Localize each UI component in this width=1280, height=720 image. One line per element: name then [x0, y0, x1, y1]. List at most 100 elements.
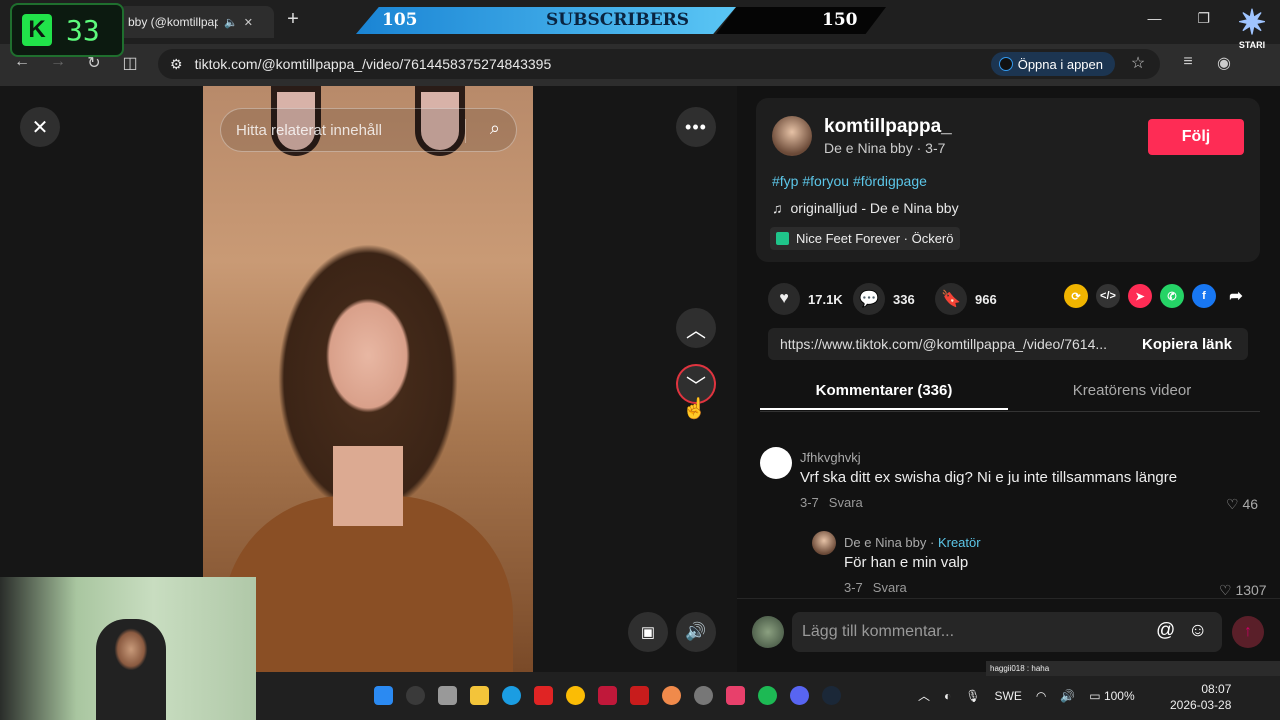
reply-text: För han e min valp [844, 554, 969, 571]
reply-avatar[interactable] [812, 531, 836, 555]
minimize-icon[interactable]: — [1147, 10, 1161, 27]
app-red-icon[interactable] [534, 686, 553, 705]
like-button[interactable]: ♥ 17.1K [768, 283, 843, 315]
comment-date: 3-7 [800, 495, 819, 510]
reply-meta: 3-7 Svara [844, 580, 907, 595]
share-arrow-icon[interactable]: ➦ [1224, 284, 1248, 308]
comment-meta: 3-7 Svara [800, 495, 863, 510]
tab-creator-videos[interactable]: Kreatörens videor [1008, 382, 1256, 399]
volume-button[interactable]: 🔊 [676, 612, 716, 652]
music-title: originalljud - De e Nina bby [790, 200, 959, 216]
video-link[interactable]: https://www.tiktok.com/@komtillpappa_/vi… [768, 336, 1126, 352]
comment-input[interactable]: Lägg till kommentar... @ ☺ [792, 612, 1222, 652]
previous-video-button[interactable]: ︿ [676, 308, 716, 348]
whatsapp-icon[interactable]: ✆ [1160, 284, 1184, 308]
reply-date: 3-7 [844, 580, 863, 595]
reply-username[interactable]: De e Nina bby [844, 535, 926, 550]
picture-in-picture-button[interactable]: ▣ [628, 612, 668, 652]
open-in-app-button[interactable]: Öppna i appen [990, 52, 1115, 76]
author-username[interactable]: komtillpappa_ [824, 116, 952, 138]
edge-icon[interactable] [502, 686, 521, 705]
wifi-icon[interactable]: ◠ [1036, 689, 1046, 703]
location-tag[interactable]: Nice Feet Forever · Öckerö [770, 227, 960, 250]
hand-cursor-icon: ☝ [682, 398, 707, 420]
reply-author: De e Nina bby · Kreatör [844, 535, 981, 550]
sub-goal: 150 [822, 10, 858, 30]
app-tf-icon[interactable] [726, 686, 745, 705]
music-link[interactable]: ♫ originalljud - De e Nina bby [772, 200, 959, 216]
copy-link-box: https://www.tiktok.com/@komtillpappa_/vi… [768, 328, 1248, 360]
hashtags[interactable]: #fyp #foryou #fördigpage [772, 173, 927, 189]
microphone-icon[interactable]: 🎙 [965, 689, 980, 703]
bookmark-star-icon[interactable]: ☆ [1126, 53, 1150, 73]
language-indicator[interactable]: SWE [995, 689, 1022, 703]
search-icon[interactable]: ⌕ [490, 118, 500, 139]
battery-percent: 100% [1103, 688, 1135, 703]
close-tab-icon[interactable]: ✕ [244, 16, 253, 29]
url-text: tiktok.com/@komtillpappa_/video/76144583… [194, 56, 552, 72]
app-lambda-icon[interactable] [598, 686, 617, 705]
embed-icon[interactable]: </> [1096, 284, 1120, 308]
related-search-placeholder: Hitta relaterat innehåll [236, 121, 382, 139]
tray-app-icon[interactable]: ◐ [944, 689, 951, 703]
location-label: Nice Feet Forever · Öckerö [796, 231, 954, 246]
tray-chevron-icon[interactable]: ︿ [918, 687, 930, 704]
comment-button[interactable]: 💬 336 [853, 283, 915, 315]
taskbar-apps [374, 686, 841, 705]
split-view-icon[interactable]: ◫ [118, 53, 142, 73]
facebook-icon[interactable]: f [1192, 284, 1216, 308]
search-taskbar-icon[interactable] [406, 686, 425, 705]
windows-start-icon[interactable] [374, 686, 393, 705]
mcafee-icon[interactable] [630, 686, 649, 705]
mention-icon[interactable]: @ [1156, 620, 1175, 642]
repost-icon[interactable]: ⟳ [1064, 284, 1088, 308]
comment-placeholder: Lägg till kommentar... [802, 623, 955, 640]
comment-username[interactable]: Jfhkvghvkj [800, 450, 861, 465]
comment-like-button[interactable]: ♡ 46 [1226, 496, 1258, 513]
send-to-friends-icon[interactable]: ➤ [1128, 284, 1152, 308]
open-in-app-label: Öppna i appen [1017, 56, 1103, 72]
speaker-icon[interactable]: 🔈 [224, 16, 238, 29]
stari-label: STARI [1238, 40, 1266, 50]
app-orange-icon[interactable] [662, 686, 681, 705]
author-avatar[interactable] [772, 116, 812, 156]
like-count: 17.1K [808, 291, 843, 307]
chrome-icon[interactable] [566, 686, 585, 705]
heart-outline-icon: ♡ [1226, 496, 1239, 512]
video-scene-neck [333, 446, 403, 526]
browser-tab[interactable]: bby (@komtillpap 🔈 ✕ [118, 6, 274, 38]
reply-button[interactable]: Svara [829, 495, 863, 510]
close-video-button[interactable]: ✕ [20, 107, 60, 147]
comment-avatar[interactable] [760, 447, 792, 479]
save-button[interactable]: 🔖 966 [935, 283, 997, 315]
comment-like-count: 46 [1242, 496, 1259, 512]
discord-icon[interactable] [790, 686, 809, 705]
related-search-input[interactable]: Hitta relaterat innehåll ⌕ [220, 108, 517, 152]
restore-icon[interactable]: ❐ [1197, 10, 1210, 27]
spotify-icon[interactable] [758, 686, 777, 705]
volume-icon: 🔊 [685, 622, 707, 641]
obs-icon[interactable] [694, 686, 713, 705]
tab-comments[interactable]: Kommentarer (336) [760, 382, 1008, 399]
comment-count: 336 [893, 291, 915, 307]
clock-date: 2026-03-28 [1170, 698, 1232, 712]
battery-indicator[interactable]: ▭ 100% [1089, 689, 1134, 703]
steam-icon[interactable] [822, 686, 841, 705]
close-icon: ✕ [31, 116, 49, 139]
send-comment-button[interactable]: ↑ [1232, 616, 1264, 648]
new-tab-button[interactable]: + [282, 8, 304, 30]
copy-link-button[interactable]: Kopiera länk [1126, 336, 1248, 353]
site-info-icon[interactable]: ⚙ [170, 56, 183, 73]
speaker-tray-icon[interactable]: 🔊 [1060, 689, 1075, 703]
task-view-icon[interactable] [438, 686, 457, 705]
reply-like-button[interactable]: ♡ 1307 [1219, 582, 1267, 599]
taskbar-clock[interactable]: 08:07 2026-03-28 [1170, 681, 1231, 713]
reply-reply-button[interactable]: Svara [873, 580, 907, 595]
more-options-button[interactable]: ••• [676, 107, 716, 147]
sub-label: SUBSCRIBERS [546, 10, 690, 30]
media-icon[interactable]: ≡ [1176, 53, 1200, 71]
file-explorer-icon[interactable] [470, 686, 489, 705]
emoji-icon[interactable]: ☺ [1188, 620, 1207, 642]
comment-icon: 💬 [853, 283, 885, 315]
follow-button[interactable]: Följ [1148, 119, 1244, 155]
